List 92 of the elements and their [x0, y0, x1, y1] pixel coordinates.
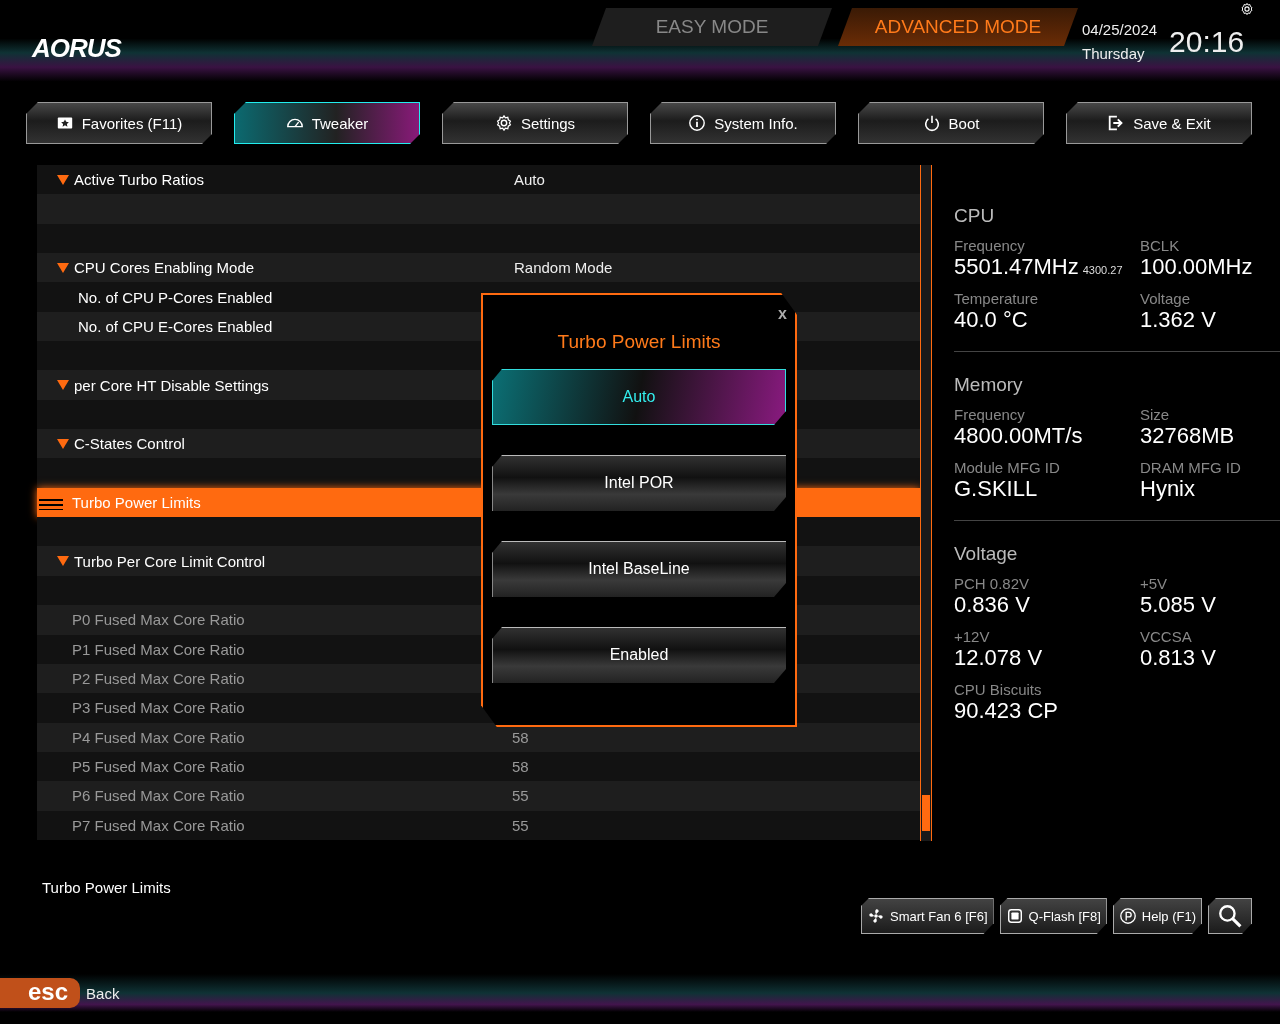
reading-label: Module MFG ID: [954, 459, 1061, 476]
setting-label: P0 Fused Max Core Ratio: [72, 611, 246, 629]
setting-label: Turbo Per Core Limit Control: [74, 552, 267, 570]
info-icon: [688, 114, 707, 132]
reading-value: 1.362 V: [1140, 307, 1216, 332]
weekday-text: Thursday: [1082, 44, 1146, 64]
reading-label: Voltage: [1140, 290, 1192, 307]
setting-value: Random Mode: [514, 259, 613, 277]
reading-value: G.SKILL: [954, 476, 1038, 501]
reading-secondary: 4300.27: [1082, 264, 1123, 276]
date-text: 04/25/2024: [1082, 20, 1158, 40]
reading-value: Hynix: [1140, 476, 1195, 501]
reading-label: VCCSA: [1140, 628, 1193, 645]
power-icon: [922, 114, 941, 132]
expand-arrow-icon: [57, 438, 69, 449]
menu-tab[interactable]: Settings: [442, 102, 628, 144]
setting-label: Turbo Power Limits: [72, 493, 202, 511]
reading-value: 5.085 V: [1140, 592, 1216, 617]
reading-value: 32768MB: [1140, 423, 1235, 448]
expand-arrow-icon: [57, 380, 69, 391]
setting-label: P5 Fused Max Core Ratio: [72, 758, 246, 776]
setting-row[interactable]: CPU Cores Enabling Mode Random Mode: [37, 253, 920, 283]
mode-tab[interactable]: ADVANCED MODE: [838, 8, 1078, 46]
reading-value: 40.0 °C: [954, 307, 1028, 332]
setting-value: Auto: [514, 171, 545, 189]
setting-label: P4 Fused Max Core Ratio: [72, 728, 246, 746]
search-button[interactable]: [1208, 898, 1252, 934]
settings-icon: [494, 114, 513, 132]
setting-label: P1 Fused Max Core Ratio: [72, 640, 246, 658]
reading-value: 0.836 V: [954, 592, 1030, 617]
tool-button[interactable]: Q-Flash [F8]: [999, 898, 1107, 934]
setting-value: 55: [512, 816, 529, 834]
option-button[interactable]: Auto: [492, 369, 786, 425]
reading-label: CPU Biscuits: [954, 681, 1043, 698]
expand-arrow-icon: [57, 262, 69, 273]
reading-value: 4800.00MT/s: [954, 423, 1083, 448]
option-button[interactable]: Intel BaseLine: [492, 541, 786, 597]
esc-key-button[interactable]: esc: [0, 978, 81, 1008]
section-title: Voltage: [954, 543, 1019, 565]
reading-label: Size: [1140, 406, 1171, 423]
setting-label: C-States Control: [74, 435, 186, 453]
reading-label: +5V: [1140, 575, 1169, 592]
section-title: Memory: [954, 374, 1024, 396]
chip-icon: [1005, 907, 1024, 925]
setting-label: P6 Fused Max Core Ratio: [72, 787, 246, 805]
setting-label: P7 Fused Max Core Ratio: [72, 816, 246, 834]
help-description: Turbo Power Limits: [42, 879, 172, 896]
reading-label: Temperature: [954, 290, 1040, 307]
setting-value: 58: [512, 728, 529, 746]
reading-label: Frequency: [954, 406, 1026, 423]
setting-label: No. of CPU E-Cores Enabled: [77, 317, 274, 335]
reading-value: 12.078 V: [954, 645, 1043, 670]
tool-button[interactable]: Help (F1): [1112, 898, 1202, 934]
reading-value: 0.813 V: [1140, 645, 1216, 670]
section-title: CPU: [954, 205, 996, 227]
scrollbar[interactable]: [920, 165, 932, 841]
setting-row[interactable]: Active Turbo Ratios Auto: [37, 165, 920, 195]
menu-tab[interactable]: Save & Exit: [1066, 102, 1252, 144]
expand-arrow-icon: [57, 174, 69, 185]
setting-label: No. of CPU P-Cores Enabled: [77, 288, 274, 306]
reading-label: BCLK: [1140, 237, 1181, 254]
reading-label: +12V: [954, 628, 991, 645]
setting-label: P3 Fused Max Core Ratio: [72, 699, 246, 717]
setting-label: P2 Fused Max Core Ratio: [72, 670, 246, 687]
logo: AORUS: [32, 32, 123, 64]
back-label: Back: [86, 984, 120, 1002]
expand-arrow-icon: [57, 556, 69, 567]
reading-value: 90.423 CP: [954, 698, 1058, 723]
search-icon: [1217, 903, 1243, 929]
reading-label: Frequency: [954, 237, 1026, 254]
reading-label: DRAM MFG ID: [1140, 459, 1242, 476]
option-button[interactable]: Intel POR: [492, 455, 786, 511]
fan-icon: [867, 907, 885, 925]
reading-label: PCH 0.82V: [954, 575, 1031, 592]
mode-tab[interactable]: EASY MODE: [592, 8, 832, 46]
help-icon: [1118, 907, 1137, 925]
setting-value: 55: [512, 787, 529, 805]
reading-value: 5501.47MHz: [954, 254, 1079, 279]
setting-label: Active Turbo Ratios: [74, 171, 206, 189]
setting-label: per Core HT Disable Settings: [74, 376, 270, 394]
scrollbar-thumb[interactable]: [922, 795, 930, 831]
settings-icon[interactable]: [1240, 2, 1254, 16]
menu-tab[interactable]: Favorites (F11): [26, 102, 212, 144]
setting-label: CPU Cores Enabling Mode: [74, 259, 256, 277]
clock-time: 20:16: [1169, 25, 1245, 59]
reading-value: 100.00MHz: [1140, 254, 1253, 279]
menu-tab[interactable]: Boot: [858, 102, 1044, 144]
menu-tab[interactable]: System Info.: [650, 102, 836, 144]
menu-tab[interactable]: Tweaker: [234, 102, 420, 144]
tool-button[interactable]: Smart Fan 6 [F6]: [861, 898, 994, 934]
option-button[interactable]: Enabled: [492, 627, 786, 683]
setting-value: 58: [512, 758, 529, 776]
